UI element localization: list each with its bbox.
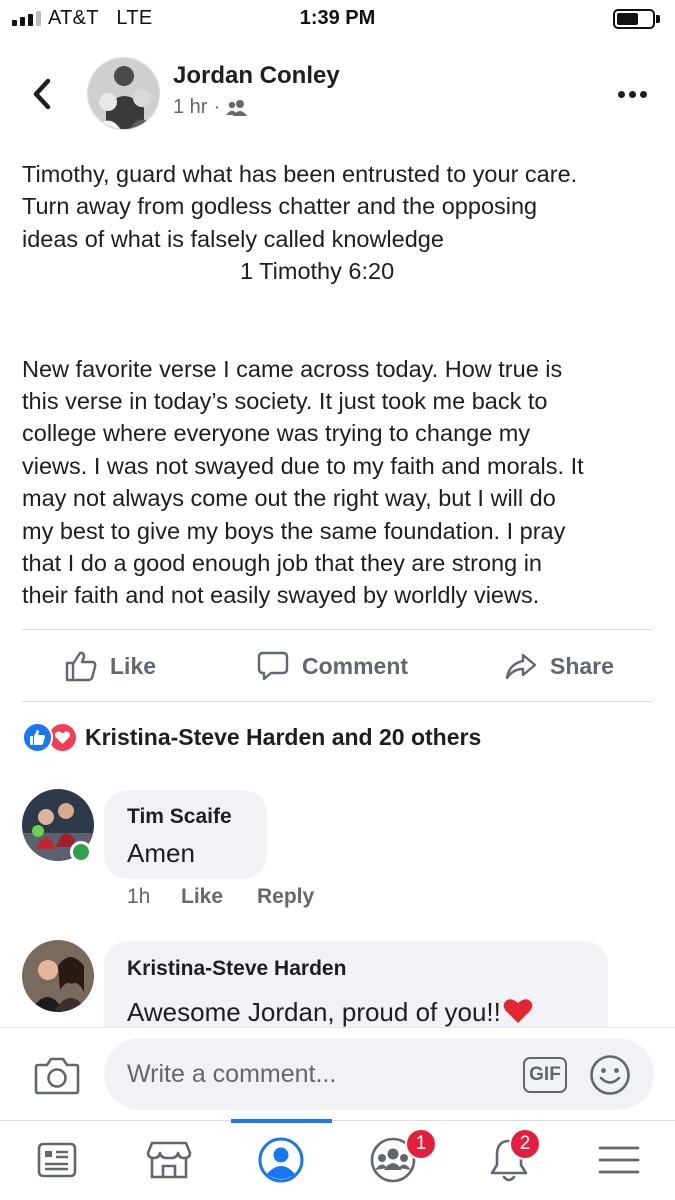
status-bar: AT&T LTE 1:39 PM: [0, 0, 675, 40]
comment-text-body: Awesome Jordan, proud of you!!: [127, 997, 501, 1027]
verse-line: Timothy, guard what has been entrusted t…: [22, 161, 578, 187]
body-line: their faith and not easily swayed by wor…: [22, 582, 540, 609]
tab-menu[interactable]: [592, 1135, 646, 1185]
tab-profile[interactable]: [254, 1135, 308, 1185]
notifications-badge: 2: [509, 1128, 541, 1160]
profile-icon: [258, 1137, 304, 1183]
meta-separator: ·: [213, 96, 221, 118]
thumbs-up-icon: [65, 651, 97, 682]
dot: [617, 90, 625, 98]
smiley-icon: [590, 1055, 630, 1095]
status-time: 1:39 PM: [299, 7, 376, 29]
commenter-name[interactable]: Tim Scaife: [127, 805, 232, 829]
divider: [22, 701, 653, 702]
comment-button[interactable]: Comment: [256, 640, 408, 692]
verse-reference: 1 Timothy 6:20: [240, 258, 395, 285]
camera-button[interactable]: [34, 1055, 80, 1100]
divider: [22, 629, 653, 630]
groups-badge: 1: [405, 1128, 437, 1160]
body-line: views. I was not swayed due to my faith …: [22, 452, 584, 479]
like-label: Like: [110, 652, 157, 679]
comment-time: 1h: [127, 885, 151, 908]
menu-icon: [598, 1146, 640, 1174]
commenter-avatar[interactable]: [22, 940, 94, 1012]
comment-placeholder: Write a comment...: [127, 1060, 337, 1088]
back-button[interactable]: [22, 70, 62, 118]
more-options-button[interactable]: [612, 82, 652, 106]
body-line: New favorite verse I came across today. …: [22, 355, 563, 382]
body-line: college where everyone was trying to cha…: [22, 420, 531, 447]
friends-icon: [226, 99, 248, 116]
like-reaction-icon: [22, 722, 53, 753]
author-name[interactable]: Jordan Conley: [173, 62, 340, 90]
comment-icon: [257, 651, 289, 681]
share-icon: [505, 653, 537, 680]
camera-icon: [34, 1057, 80, 1095]
commenter-name[interactable]: Kristina-Steve Harden: [127, 957, 346, 981]
comment-like-button[interactable]: Like: [181, 885, 223, 909]
heart-emoji-icon: [503, 999, 533, 1023]
battery-icon: [613, 9, 661, 29]
tab-marketplace[interactable]: [142, 1135, 196, 1185]
comment-reply-label: Reply: [257, 885, 315, 908]
online-status-icon: [70, 841, 92, 863]
share-button[interactable]: Share: [504, 640, 614, 692]
comment-text: Amen: [127, 838, 195, 868]
body-line: that I do a good enough job that they ar…: [22, 550, 542, 577]
body-line: my best to give my boys the same foundat…: [22, 517, 566, 544]
emoji-button[interactable]: [589, 1054, 631, 1101]
dot: [639, 90, 647, 98]
comment-like-label: Like: [181, 885, 224, 908]
post-meta: 1 hr ·: [173, 96, 248, 119]
post-text: Timothy, guard what has been entrusted t…: [22, 158, 662, 612]
like-button[interactable]: Like: [64, 640, 156, 692]
gif-button[interactable]: GIF: [523, 1057, 567, 1093]
share-label: Share: [550, 652, 614, 679]
author-avatar[interactable]: [87, 57, 160, 130]
body-line: may not always come out the right way, b…: [22, 485, 556, 512]
comment-reply-button[interactable]: Reply: [257, 885, 314, 909]
chevron-left-icon: [33, 78, 51, 110]
comment-label: Comment: [302, 652, 409, 679]
verse-line: Turn away from godless chatter and the o…: [22, 193, 538, 220]
active-tab-indicator: [231, 1119, 332, 1123]
comment-text: Awesome Jordan, proud of you!!: [127, 997, 533, 1028]
reactions-text: Kristina-Steve Harden and 20 others: [85, 724, 482, 750]
body-line: this verse in today’s society. It just t…: [22, 388, 548, 415]
tab-news-feed[interactable]: [30, 1135, 84, 1185]
verse-line: ideas of what is falsely called knowledg…: [22, 225, 444, 252]
news-feed-icon: [37, 1142, 77, 1178]
reactions-summary[interactable]: Kristina-Steve Harden and 20 others: [22, 722, 481, 753]
tab-bar: 1 2: [0, 1119, 675, 1200]
marketplace-icon: [146, 1141, 192, 1179]
post-time[interactable]: 1 hr: [173, 96, 207, 119]
dot: [628, 90, 636, 98]
post-actions: Like Comment Share: [22, 640, 653, 692]
comment-composer: Write a comment... GIF: [0, 1027, 675, 1120]
